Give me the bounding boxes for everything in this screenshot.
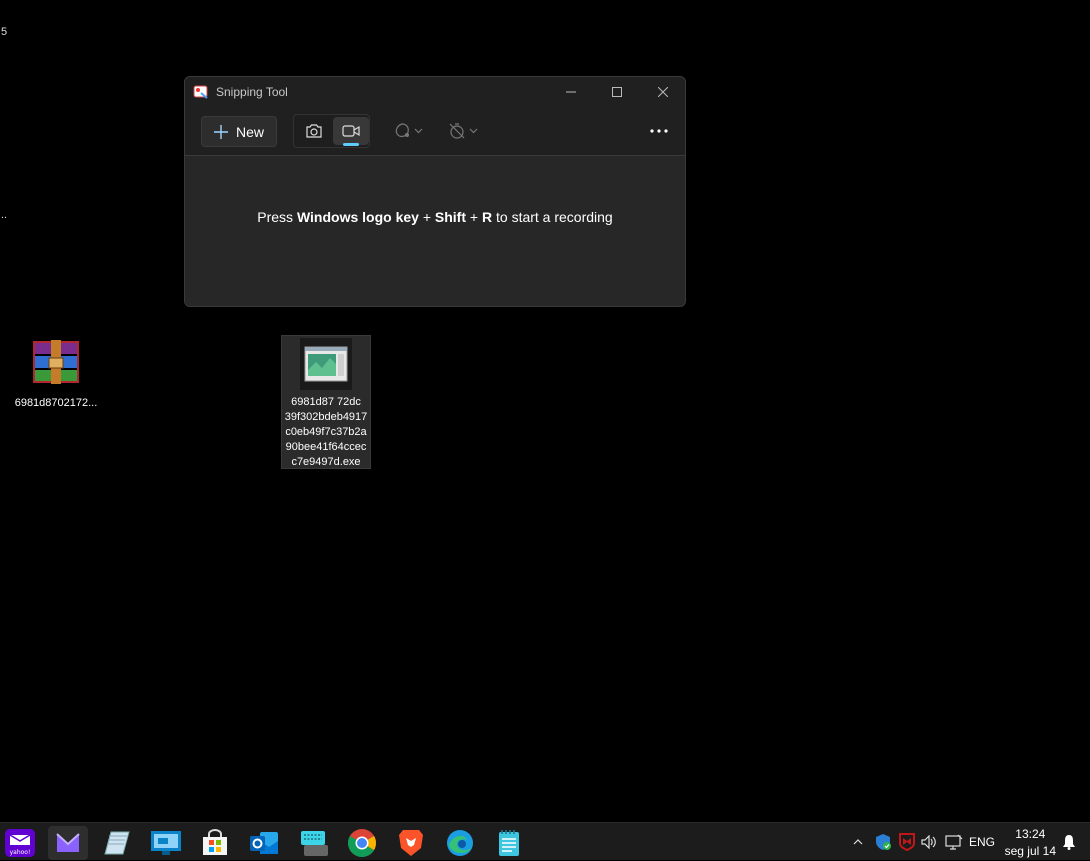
- plus-icon: [213, 124, 228, 139]
- taskbar-mail[interactable]: [48, 826, 88, 860]
- hint-text: +: [466, 209, 482, 225]
- tray-volume[interactable]: [918, 823, 940, 861]
- desktop-edge-text: 5: [1, 26, 8, 38]
- desktop-icon-label-line: c7e9497d.exe: [291, 456, 361, 468]
- taskbar-clock[interactable]: 13:24 seg jul 14: [1005, 826, 1056, 860]
- taskbar-brave[interactable]: [391, 826, 431, 860]
- maximize-icon: [612, 87, 622, 97]
- input-language[interactable]: ENG: [966, 823, 998, 861]
- edge-icon: [447, 830, 473, 856]
- yahoo-mail-icon: yahoo!: [5, 829, 35, 857]
- taskbar-touch-keyboard[interactable]: [293, 826, 333, 860]
- tray-security[interactable]: [872, 823, 894, 861]
- desktop-icon-label: 6981d8702172...: [14, 397, 98, 409]
- new-button[interactable]: New: [201, 116, 277, 147]
- desktop-icon-label-line: 6981d87 72dc: [291, 396, 361, 408]
- outlook-icon: [250, 832, 278, 854]
- hint-key: R: [481, 209, 493, 225]
- language-label: ENG: [968, 835, 995, 849]
- desktop-edge-text: ..: [1, 209, 8, 221]
- taskbar-edge[interactable]: [440, 826, 480, 860]
- taskbar-notepad-pen[interactable]: [97, 826, 137, 860]
- freeform-shape-icon: [395, 123, 409, 138]
- toolbar: New: [185, 107, 685, 156]
- mail-icon: [56, 833, 80, 852]
- remote-desktop-icon: [151, 831, 181, 855]
- taskbar-chrome[interactable]: [342, 826, 382, 860]
- camera-icon: [306, 124, 322, 138]
- winrar-archive-icon: [33, 340, 79, 384]
- snipping-tool-icon: [193, 85, 208, 99]
- taskbar-yahoo-mail[interactable]: yahoo!: [0, 826, 40, 860]
- snip-shape-dropdown[interactable]: [393, 119, 423, 143]
- chevron-down-icon: [414, 128, 423, 134]
- clock-date: seg jul 14: [1004, 844, 1056, 858]
- video-mode-button[interactable]: [333, 117, 369, 145]
- speaker-icon: [921, 835, 936, 849]
- video-camera-icon: [342, 125, 360, 137]
- hint-text: Press: [257, 209, 297, 225]
- minimize-icon: [566, 91, 576, 93]
- mcafee-icon: [899, 833, 915, 851]
- desktop-icon-label-line: 39f302bdeb4917: [284, 411, 368, 423]
- hint-key: Windows logo key: [296, 209, 419, 225]
- recording-hint: Press Windows logo key + Shift + R to st…: [185, 209, 685, 225]
- hint-text: to start a recording: [492, 209, 613, 225]
- microsoft-store-icon: [203, 829, 227, 855]
- notepad-icon: [499, 830, 519, 856]
- taskbar-outlook[interactable]: [244, 826, 284, 860]
- taskbar: yahoo! ENG 13:24 seg jul 14: [0, 822, 1090, 860]
- brave-lion-icon: [399, 830, 423, 856]
- desktop-icon-label-line: c0eb49f7c37b2a: [285, 426, 367, 438]
- more-icon: [650, 129, 668, 133]
- exe-thumbnail: [300, 338, 352, 390]
- close-button[interactable]: [640, 77, 685, 107]
- timer-dropdown[interactable]: [448, 119, 478, 143]
- taskbar-notepad[interactable]: [489, 826, 529, 860]
- tray-network[interactable]: [942, 823, 966, 861]
- chevron-up-icon: [853, 839, 863, 845]
- snipping-tool-window: Snipping Tool New Press Windows logo key…: [184, 76, 686, 307]
- yahoo-icon-text: yahoo!: [10, 849, 31, 856]
- keyboard-icon: [301, 831, 328, 856]
- screenshot-mode-button[interactable]: [296, 117, 332, 145]
- show-hidden-icons-button[interactable]: [848, 823, 868, 861]
- pen-pad-icon: [104, 831, 130, 855]
- title-bar[interactable]: Snipping Tool: [185, 77, 685, 107]
- no-timer-icon: [449, 123, 465, 139]
- notification-center-button[interactable]: [1058, 823, 1080, 861]
- desktop-icon-label-line: 90bee41f64ccec: [285, 441, 367, 453]
- desktop-icon-archive[interactable]: 6981d8702172...: [10, 338, 102, 411]
- chevron-down-icon: [469, 128, 478, 134]
- window-title: Snipping Tool: [216, 85, 288, 99]
- chrome-icon: [348, 829, 376, 857]
- more-options-button[interactable]: [647, 120, 671, 142]
- minimize-button[interactable]: [548, 77, 594, 107]
- network-icon: [945, 834, 963, 850]
- tray-mcafee[interactable]: [896, 823, 918, 861]
- security-shield-icon: [876, 834, 891, 850]
- desktop-icon-exe[interactable]: 6981d87 72dc 39f302bdeb4917 c0eb49f7c37b…: [281, 335, 371, 469]
- taskbar-microsoft-store[interactable]: [195, 826, 235, 860]
- hint-key: Shift: [434, 209, 467, 225]
- bell-icon: [1063, 835, 1075, 850]
- hint-text: +: [418, 209, 435, 225]
- application-window-icon: [304, 346, 348, 382]
- new-button-label: New: [235, 123, 264, 140]
- taskbar-remote-desktop[interactable]: [146, 826, 186, 860]
- capture-mode-group: [293, 114, 370, 148]
- active-mode-indicator: [343, 143, 359, 146]
- recording-area: Press Windows logo key + Shift + R to st…: [185, 156, 685, 306]
- clock-time: 13:24: [1015, 827, 1046, 841]
- maximize-button[interactable]: [594, 77, 640, 107]
- close-icon: [658, 87, 668, 97]
